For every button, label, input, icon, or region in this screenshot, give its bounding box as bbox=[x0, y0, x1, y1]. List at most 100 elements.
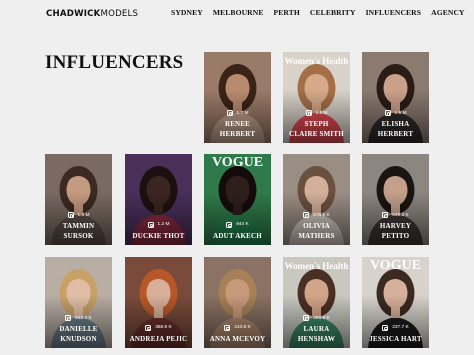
model-info: 576.6 K OLIVIA MATHERS bbox=[283, 212, 350, 241]
nav-agency[interactable]: AGENCY bbox=[431, 8, 465, 17]
model-card[interactable]: Women's Health 1.6 M STEPH CLAIRE SMITH bbox=[283, 52, 350, 143]
follower-count-value: 237.7 K bbox=[392, 325, 409, 330]
model-info: 368.6 K ANDREJA PEJIC bbox=[125, 324, 192, 345]
nav-celebrity[interactable]: CELEBRITY bbox=[310, 8, 356, 17]
follower-count-value: 944 K bbox=[236, 222, 249, 227]
magazine-masthead: VOGUE bbox=[212, 155, 263, 170]
model-name: ANNA MCEVOY bbox=[204, 335, 271, 345]
model-info: 310.6 K ANNA MCEVOY bbox=[204, 324, 271, 345]
model-name-line: JESSICA HART bbox=[369, 334, 422, 343]
page-title: INFLUENCERS bbox=[45, 52, 184, 73]
model-name: OLIVIA MATHERS bbox=[283, 222, 350, 241]
follower-count-value: 1.6 M bbox=[315, 110, 328, 116]
model-name-line: MATHERS bbox=[298, 231, 335, 240]
model-info: 1.3 M TAMMIN SURSOK bbox=[45, 212, 112, 241]
model-card[interactable]: 1.3 M TAMMIN SURSOK bbox=[45, 154, 112, 245]
model-name-line: HERBERT bbox=[377, 129, 414, 138]
follower-count: 368.6 K bbox=[125, 324, 192, 331]
instagram-icon bbox=[303, 212, 310, 218]
model-name-line: RENEE bbox=[224, 120, 251, 128]
model-name: DANIELLE KNUDSON bbox=[45, 325, 112, 344]
follower-count: 286.6 K bbox=[283, 315, 350, 321]
model-name-line: TAMMIN bbox=[62, 222, 95, 230]
model-name-line: HERBERT bbox=[219, 129, 256, 138]
instagram-icon bbox=[384, 110, 391, 116]
follower-count: 310.6 K bbox=[204, 324, 271, 331]
model-name-line: SURSOK bbox=[63, 231, 94, 240]
nav-melbourne[interactable]: MELBOURNE bbox=[213, 8, 264, 17]
brand-logo-bold: CHADWICK bbox=[46, 8, 101, 19]
model-card[interactable]: 576.6 K OLIVIA MATHERS bbox=[283, 154, 350, 245]
main-nav: SYDNEY MELBOURNE PERTH CELEBRITY INFLUEN… bbox=[171, 8, 465, 17]
model-name: STEPH CLAIRE SMITH bbox=[283, 120, 350, 139]
model-name-line: DANIELLE bbox=[59, 325, 98, 333]
model-name-line: CLAIRE SMITH bbox=[289, 129, 344, 138]
model-info: 1.6 M ELISHA HERBERT bbox=[362, 110, 429, 139]
model-info: 1.6 M STEPH CLAIRE SMITH bbox=[283, 110, 350, 139]
follower-count: 1.6 M bbox=[362, 110, 429, 116]
model-card[interactable]: 368.6 K ANDREJA PEJIC bbox=[125, 257, 192, 348]
model-name-line: STEPH bbox=[304, 120, 329, 128]
model-info: 286.6 K LAURA HENSHAW bbox=[283, 315, 350, 344]
follower-count-value: 1.3 M bbox=[77, 212, 90, 218]
instagram-icon bbox=[226, 221, 233, 228]
follower-count: 576.6 K bbox=[283, 212, 350, 218]
magazine-masthead: VOGUE bbox=[370, 258, 421, 273]
model-name-line: KNUDSON bbox=[60, 334, 97, 343]
follower-count-value: 368.6 K bbox=[155, 325, 172, 330]
model-name-line: LAURA bbox=[303, 325, 330, 333]
follower-count-value: 512.4 K bbox=[75, 315, 92, 321]
follower-count-value: 286.6 K bbox=[313, 315, 330, 321]
model-name: ELISHA HERBERT bbox=[362, 120, 429, 139]
model-card[interactable]: 549.3 K HARVEY PETITO bbox=[362, 154, 429, 245]
instagram-icon bbox=[67, 212, 74, 218]
model-name-line: ADUT AKECH bbox=[213, 231, 262, 240]
nav-influencers[interactable]: INFLUENCERS bbox=[366, 8, 422, 17]
nav-sydney[interactable]: SYDNEY bbox=[171, 8, 203, 17]
instagram-icon bbox=[145, 324, 152, 331]
instagram-icon bbox=[382, 212, 389, 218]
model-name: LAURA HENSHAW bbox=[283, 325, 350, 344]
model-card[interactable]: 512.4 K DANIELLE KNUDSON bbox=[45, 257, 112, 348]
model-name-line: ELISHA bbox=[381, 120, 410, 128]
model-name: ADUT AKECH bbox=[204, 232, 271, 242]
nav-perth[interactable]: PERTH bbox=[274, 8, 300, 17]
model-name-line: DUCKIE THOT bbox=[132, 231, 185, 240]
instagram-icon bbox=[226, 110, 233, 116]
model-info: 1.2 M DUCKIE THOT bbox=[125, 221, 192, 242]
model-card[interactable]: 1.6 M ELISHA HERBERT bbox=[362, 52, 429, 143]
model-card[interactable]: Women's Health 286.6 K LAURA HENSHAW bbox=[283, 257, 350, 348]
model-name: RENEE HERBERT bbox=[204, 120, 271, 139]
model-card[interactable]: VOGUE 944 K ADUT AKECH bbox=[204, 154, 271, 245]
model-name: JESSICA HART bbox=[362, 335, 429, 345]
model-name: TAMMIN SURSOK bbox=[45, 222, 112, 241]
follower-count: 944 K bbox=[204, 221, 271, 228]
follower-count: 1.7 M bbox=[204, 110, 271, 116]
model-name-line: HARVEY bbox=[379, 222, 412, 230]
follower-count: 1.6 M bbox=[283, 110, 350, 116]
site-header: CHADWICK MODELS SYDNEY MELBOURNE PERTH CE… bbox=[0, 0, 474, 26]
model-info: 237.7 K JESSICA HART bbox=[362, 324, 429, 345]
follower-count: 512.4 K bbox=[45, 315, 112, 321]
follower-count-value: 576.6 K bbox=[313, 212, 330, 218]
model-name: HARVEY PETITO bbox=[362, 222, 429, 241]
magazine-masthead: Women's Health bbox=[285, 261, 349, 271]
instagram-icon bbox=[224, 324, 231, 331]
model-info: 512.4 K DANIELLE KNUDSON bbox=[45, 315, 112, 344]
follower-count: 1.3 M bbox=[45, 212, 112, 218]
instagram-icon bbox=[65, 315, 72, 321]
model-info: 944 K ADUT AKECH bbox=[204, 221, 271, 242]
follower-count: 549.3 K bbox=[362, 212, 429, 218]
brand-logo-light: MODELS bbox=[100, 8, 139, 19]
model-card[interactable]: 1.2 M DUCKIE THOT bbox=[125, 154, 192, 245]
model-card[interactable]: VOGUE 237.7 K JESSICA HART bbox=[362, 257, 429, 348]
model-name-line: HENSHAW bbox=[297, 334, 336, 343]
model-name-line: ANNA MCEVOY bbox=[209, 334, 266, 343]
model-card[interactable]: 1.7 M RENEE HERBERT bbox=[204, 52, 271, 143]
brand-logo[interactable]: CHADWICK MODELS bbox=[46, 8, 138, 19]
model-name-line: ANDREJA PEJIC bbox=[129, 334, 188, 343]
follower-count: 1.2 M bbox=[125, 221, 192, 228]
follower-count-value: 1.6 M bbox=[394, 110, 407, 116]
model-card[interactable]: 310.6 K ANNA MCEVOY bbox=[204, 257, 271, 348]
model-info: 1.7 M RENEE HERBERT bbox=[204, 110, 271, 139]
